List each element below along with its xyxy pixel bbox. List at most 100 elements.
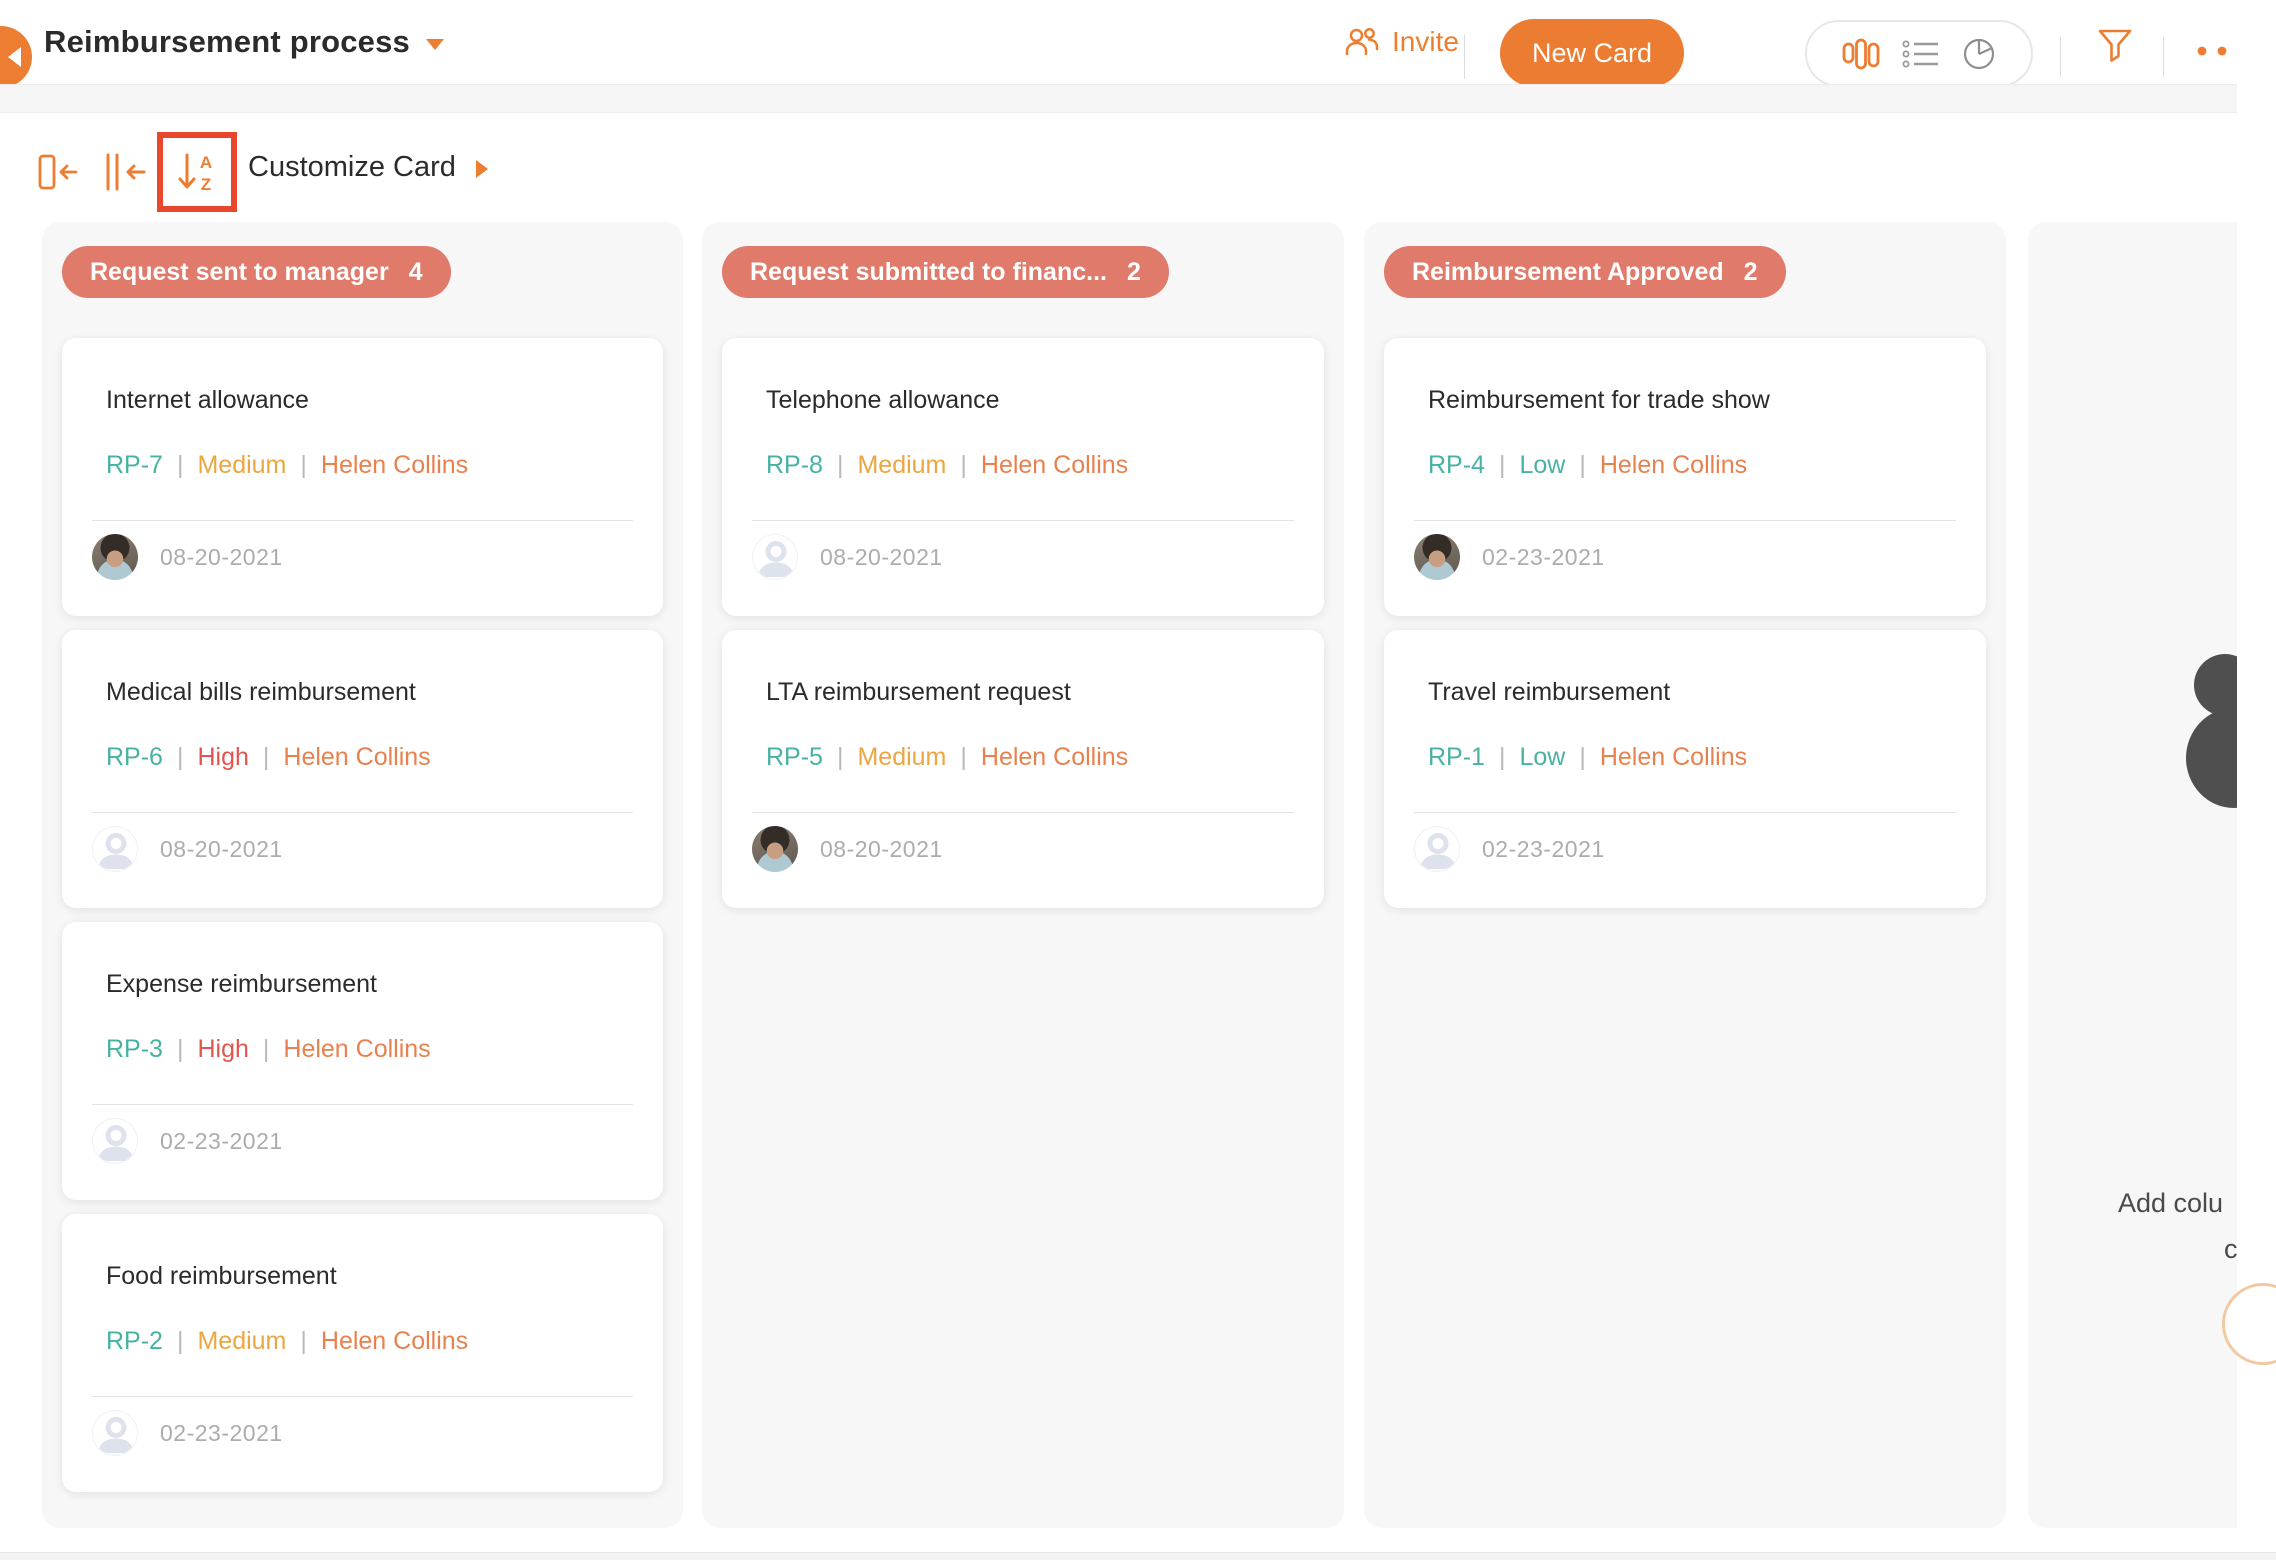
customize-card-expand-icon[interactable] <box>476 160 488 178</box>
meta-separator: | <box>177 1035 184 1064</box>
collapse-columns-button[interactable] <box>104 153 146 196</box>
invite-people-icon <box>1344 26 1380 58</box>
column-title: Request submitted to financ... <box>750 258 1107 287</box>
card-priority[interactable]: Medium <box>197 1327 286 1356</box>
header-divider <box>2060 37 2061 77</box>
card-priority[interactable]: Low <box>1519 743 1565 772</box>
card-id[interactable]: RP-7 <box>106 451 163 480</box>
column-count: 4 <box>409 258 423 287</box>
card-title: Food reimbursement <box>106 1262 337 1291</box>
card-due-date: 02-23-2021 <box>1482 836 1605 863</box>
card-divider <box>92 1396 633 1397</box>
card-title: Travel reimbursement <box>1428 678 1670 707</box>
card-assignee[interactable]: Helen Collins <box>321 1327 468 1356</box>
svg-text:Z: Z <box>201 175 211 193</box>
card-assignee[interactable]: Helen Collins <box>1600 451 1747 480</box>
card-assignee[interactable]: Helen Collins <box>981 743 1128 772</box>
card-footer: 08-20-2021 <box>752 826 943 872</box>
kanban-card[interactable]: Medical bills reimbursementRP-6|High|Hel… <box>62 630 663 908</box>
card-divider <box>752 812 1294 813</box>
card-due-date: 08-20-2021 <box>160 836 283 863</box>
card-title: LTA reimbursement request <box>766 678 1071 707</box>
column-header-pill[interactable]: Request submitted to financ... 2 <box>722 246 1169 298</box>
card-priority[interactable]: Medium <box>857 743 946 772</box>
column-cards: Telephone allowanceRP-8|Medium|Helen Col… <box>702 298 1344 908</box>
user-placeholder-icon <box>93 827 138 872</box>
list-view-button[interactable] <box>1902 39 1940 69</box>
card-assignee[interactable]: Helen Collins <box>321 451 468 480</box>
back-icon <box>8 47 21 67</box>
assignee-avatar <box>92 826 138 872</box>
card-due-date: 02-23-2021 <box>160 1420 283 1447</box>
new-card-button[interactable]: New Card <box>1500 19 1684 87</box>
header-actions: Invite New Card <box>1316 0 2276 84</box>
card-id[interactable]: RP-6 <box>106 743 163 772</box>
card-assignee[interactable]: Helen Collins <box>1600 743 1747 772</box>
card-assignee[interactable]: Helen Collins <box>283 1035 430 1064</box>
view-switcher <box>1805 20 2033 87</box>
assignee-avatar <box>1414 826 1460 872</box>
column-header-pill[interactable]: Request sent to manager4 <box>62 246 451 298</box>
card-id[interactable]: RP-4 <box>1428 451 1485 480</box>
card-due-date: 08-20-2021 <box>820 544 943 571</box>
card-assignee[interactable]: Helen Collins <box>981 451 1128 480</box>
user-placeholder-icon <box>1415 827 1460 872</box>
card-priority[interactable]: High <box>197 1035 248 1064</box>
card-id[interactable]: RP-8 <box>766 451 823 480</box>
card-divider <box>92 1104 633 1105</box>
kanban-board: Request sent to manager4 Internet allowan… <box>0 222 2276 1528</box>
card-meta-row: RP-3|High|Helen Collins <box>106 1035 431 1064</box>
card-id[interactable]: RP-5 <box>766 743 823 772</box>
meta-separator: | <box>1579 743 1586 772</box>
card-divider <box>1414 812 1956 813</box>
kanban-card[interactable]: Expense reimbursementRP-3|High|Helen Col… <box>62 922 663 1200</box>
kanban-card[interactable]: Reimbursement for trade showRP-4|Low|Hel… <box>1384 338 1986 616</box>
filter-button[interactable] <box>2096 26 2134 64</box>
kanban-card[interactable]: Telephone allowanceRP-8|Medium|Helen Col… <box>722 338 1324 616</box>
column-count: 2 <box>1127 258 1141 287</box>
assignee-avatar <box>752 826 798 872</box>
card-priority[interactable]: Medium <box>857 451 946 480</box>
kanban-card[interactable]: LTA reimbursement requestRP-5|Medium|Hel… <box>722 630 1324 908</box>
app-header: Reimbursement process Invite New Card <box>0 0 2276 84</box>
collapse-cards-icon <box>38 153 78 191</box>
board-column: Request submitted to financ... 2 Telephone… <box>702 222 1344 1528</box>
card-meta-row: RP-2|Medium|Helen Collins <box>106 1327 468 1356</box>
card-id[interactable]: RP-1 <box>1428 743 1485 772</box>
chart-view-button[interactable] <box>1962 37 1996 71</box>
meta-separator: | <box>837 743 844 772</box>
card-priority[interactable]: High <box>197 743 248 772</box>
meta-separator: | <box>263 743 270 772</box>
collapse-cards-button[interactable] <box>38 153 78 196</box>
kanban-board-page: Reimbursement process Invite New Card <box>0 0 2276 1560</box>
column-header-pill[interactable]: Reimbursement Approved2 <box>1384 246 1786 298</box>
meta-separator: | <box>300 1327 307 1356</box>
card-meta-row: RP-6 | High | Helen Collins <box>106 743 431 772</box>
board-column: Reimbursement Approved2 Reimbursement for… <box>1364 222 2006 1528</box>
kanban-view-button[interactable] <box>1842 37 1880 71</box>
kanban-card[interactable]: Food reimbursementRP-2|Medium|Helen Coll… <box>62 1214 663 1492</box>
column-title: Reimbursement Approved <box>1412 258 1724 287</box>
pie-chart-view-icon <box>1962 37 1996 71</box>
assignee-avatar <box>752 534 798 580</box>
sort-az-icon: A Z <box>175 151 219 193</box>
caret-down-icon <box>426 39 444 50</box>
invite-button[interactable]: Invite <box>1344 0 1459 84</box>
card-assignee[interactable]: Helen Collins <box>283 743 430 772</box>
back-button[interactable] <box>0 26 32 88</box>
board-title-dropdown[interactable]: Reimbursement process <box>44 0 444 84</box>
card-priority[interactable]: Medium <box>197 451 286 480</box>
card-footer: 02-23-2021 <box>1414 826 1605 872</box>
customize-card-button[interactable]: Customize Card <box>248 113 456 222</box>
card-divider <box>92 812 633 813</box>
sort-button[interactable]: A Z <box>175 151 219 193</box>
card-id[interactable]: RP-2 <box>106 1327 163 1356</box>
card-title: Telephone allowance <box>766 386 1000 415</box>
card-id[interactable]: RP-3 <box>106 1035 163 1064</box>
kanban-view-icon <box>1842 37 1880 71</box>
kanban-card[interactable]: Travel reimbursementRP-1|Low|Helen Colli… <box>1384 630 1986 908</box>
meta-separator: | <box>177 743 184 772</box>
kanban-card[interactable]: Internet allowanceRP-7|Medium|Helen Coll… <box>62 338 663 616</box>
svg-text:A: A <box>200 153 212 172</box>
card-priority[interactable]: Low <box>1519 451 1565 480</box>
